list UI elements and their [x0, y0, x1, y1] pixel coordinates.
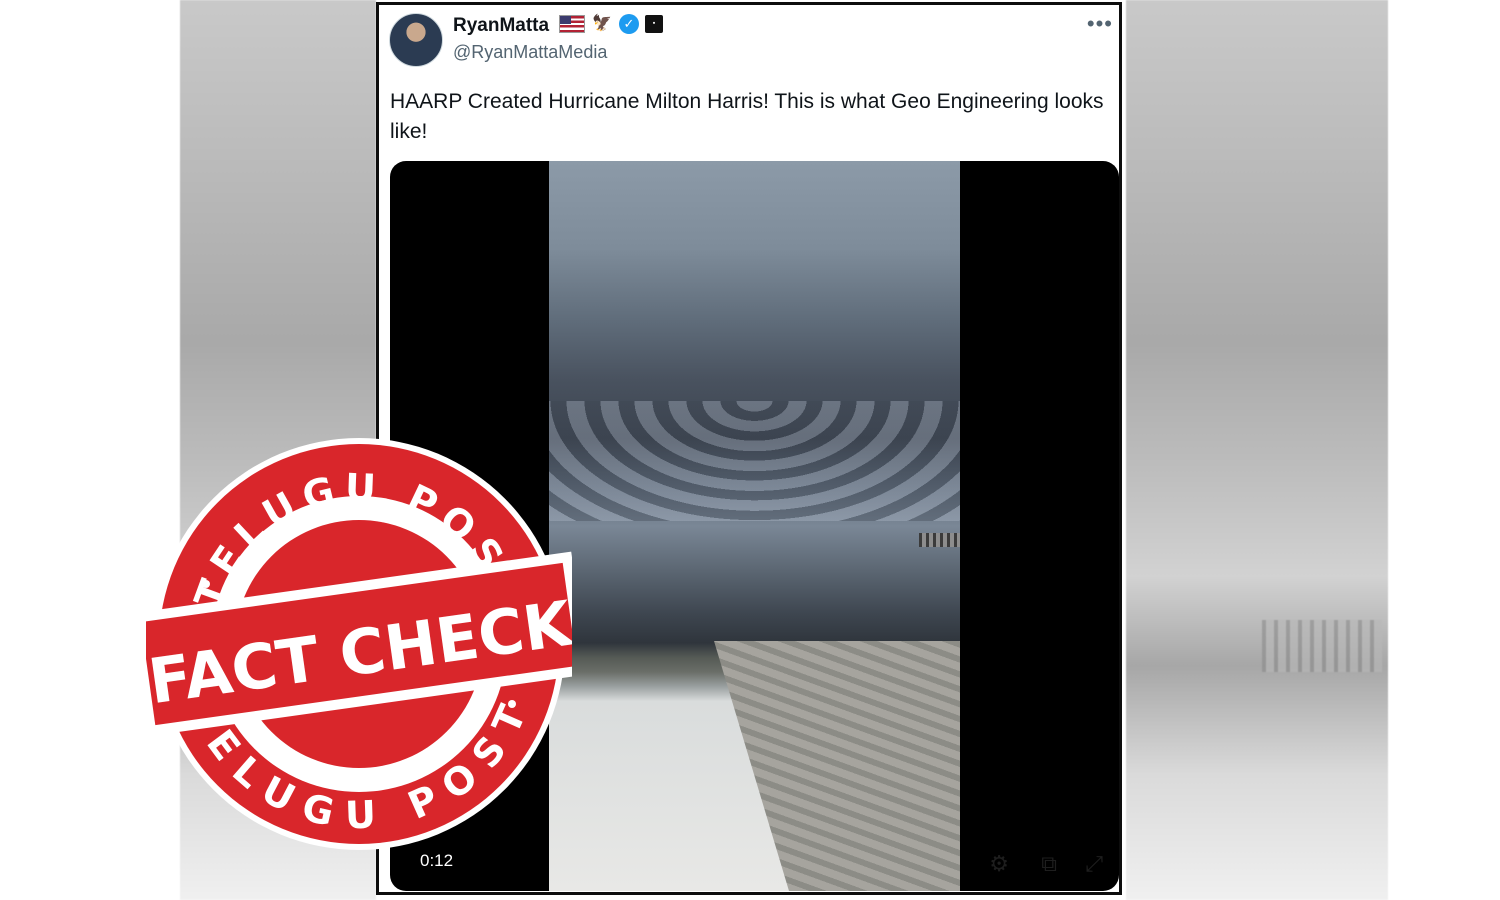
verified-icon[interactable]: ✓ — [619, 14, 639, 34]
stamp-dot — [202, 580, 210, 588]
storm-clouds — [549, 401, 960, 521]
author-name[interactable]: RyanMatta — [453, 15, 549, 37]
popout-icon[interactable]: ⧉ — [1041, 851, 1057, 877]
pier — [919, 533, 960, 547]
author-handle[interactable]: @RyanMattaMedia — [453, 42, 607, 63]
avatar[interactable] — [389, 13, 443, 67]
expand-icon[interactable]: ⤢ — [1085, 851, 1103, 877]
fact-check-stamp: TELUGU POST TELUGU POST FACT CHECK — [146, 438, 572, 850]
author-badges: 🦅 ✓ ▪ — [559, 14, 663, 34]
video-frame[interactable] — [549, 161, 960, 891]
eagle-icon: 🦅 — [592, 15, 612, 32]
stamp-dot — [508, 700, 516, 708]
more-options-icon[interactable]: ••• — [1087, 11, 1113, 37]
background-right — [1126, 0, 1388, 900]
flag-icon — [559, 15, 585, 33]
boardwalk — [714, 641, 960, 891]
tweet-text: HAARP Created Hurricane Milton Harris! T… — [390, 90, 1104, 143]
org-icon[interactable]: ▪ — [645, 15, 663, 33]
gear-icon[interactable]: ⚙ — [989, 851, 1009, 877]
